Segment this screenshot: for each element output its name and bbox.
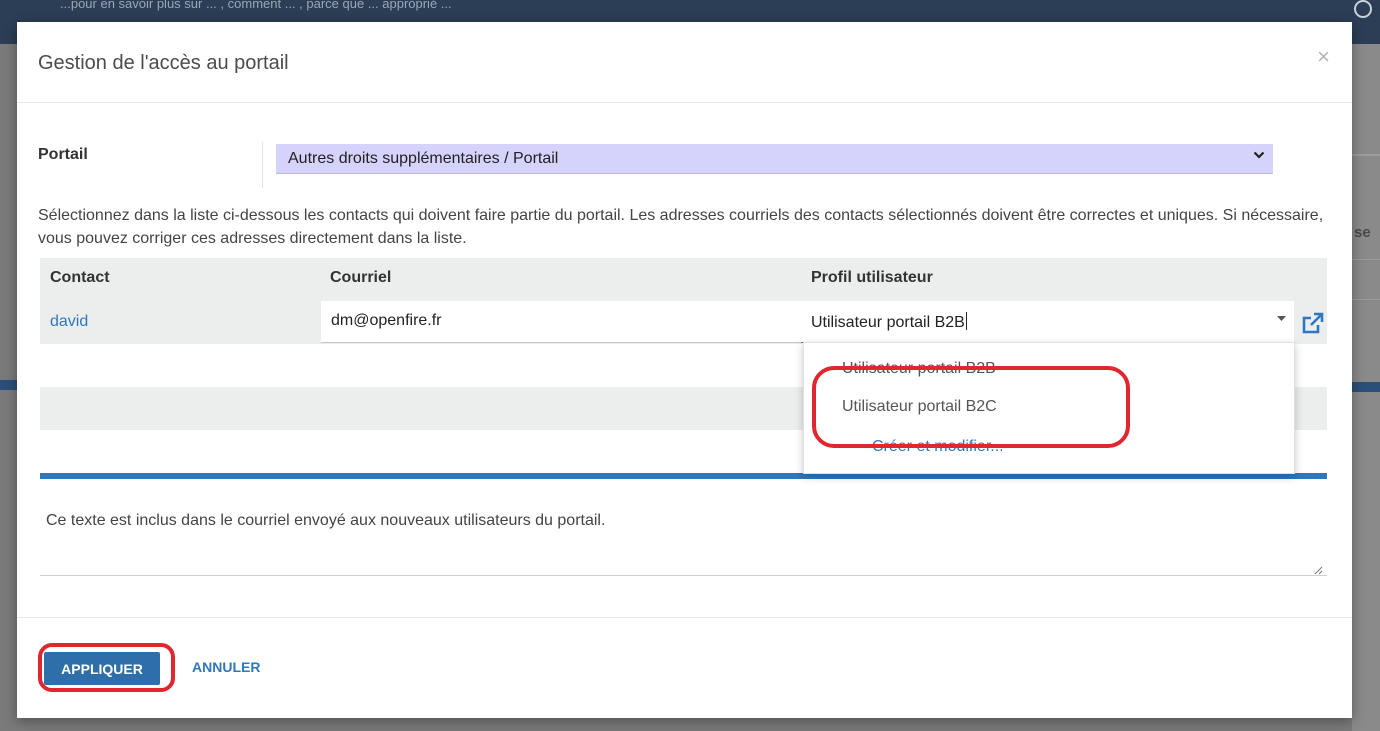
- portal-label: Portail: [38, 146, 88, 163]
- chevron-down-icon: [1253, 148, 1265, 164]
- dropdown-option-b2c[interactable]: Utilisateur portail B2C: [842, 398, 997, 416]
- resize-handle-icon[interactable]: [1314, 562, 1323, 575]
- welcome-message-text: Ce texte est inclus dans le courriel env…: [46, 512, 606, 529]
- contact-link[interactable]: david: [50, 313, 88, 331]
- table-header: Contact Courriel Profil utilisateur: [40, 258, 1327, 301]
- table-row: david dm@openfire.fr Utilisateur portail…: [40, 301, 1327, 344]
- background-blue-strip: [0, 380, 17, 390]
- portal-access-dialog: Gestion de l'accès au portail × Portail …: [17, 22, 1352, 718]
- column-header-profile: Profil utilisateur: [811, 269, 933, 286]
- portal-select[interactable]: Autres droits supplémentaires / Portail: [276, 144, 1273, 174]
- cancel-button[interactable]: ANNULER: [192, 659, 260, 675]
- welcome-message-textarea[interactable]: Ce texte est inclus dans le courriel env…: [40, 506, 1327, 576]
- dialog-title: Gestion de l'accès au portail: [38, 52, 289, 74]
- profile-input-value: Utilisateur portail B2B: [811, 314, 965, 331]
- background-right-panel: se: [1352, 44, 1380, 731]
- text-cursor: [965, 312, 967, 330]
- column-header-contact: Contact: [50, 269, 110, 286]
- apply-button[interactable]: APPLIQUER: [44, 652, 160, 685]
- caret-down-icon[interactable]: [1277, 313, 1286, 325]
- dialog-header: Gestion de l'accès au portail ×: [17, 22, 1352, 103]
- portal-select-value: Autres droits supplémentaires / Portail: [288, 150, 559, 167]
- background-blue-strip: [1352, 382, 1380, 392]
- background-faint-text: ...pour en savoir plus sur ... , comment…: [60, 0, 452, 11]
- background-user-icon: [1354, 0, 1372, 18]
- background-divider: [1352, 154, 1380, 156]
- profile-dropdown-menu: Utilisateur portail B2B Utilisateur port…: [803, 342, 1295, 474]
- help-text: Sélectionnez dans la liste ci-dessous le…: [38, 207, 1324, 247]
- background-divider: [1352, 299, 1380, 300]
- background-right-text: se: [1354, 224, 1371, 241]
- field-separator: [262, 142, 263, 188]
- profile-input[interactable]: Utilisateur portail B2B: [801, 301, 1294, 343]
- close-button[interactable]: ×: [1317, 44, 1330, 70]
- create-and-edit-option[interactable]: Créer et modifier...: [872, 438, 1004, 456]
- dropdown-option-b2b[interactable]: Utilisateur portail B2B: [842, 360, 996, 378]
- external-link-icon[interactable]: [1300, 310, 1326, 336]
- column-header-email: Courriel: [330, 269, 392, 286]
- email-field[interactable]: dm@openfire.fr: [321, 301, 801, 343]
- background-divider: [1352, 259, 1380, 260]
